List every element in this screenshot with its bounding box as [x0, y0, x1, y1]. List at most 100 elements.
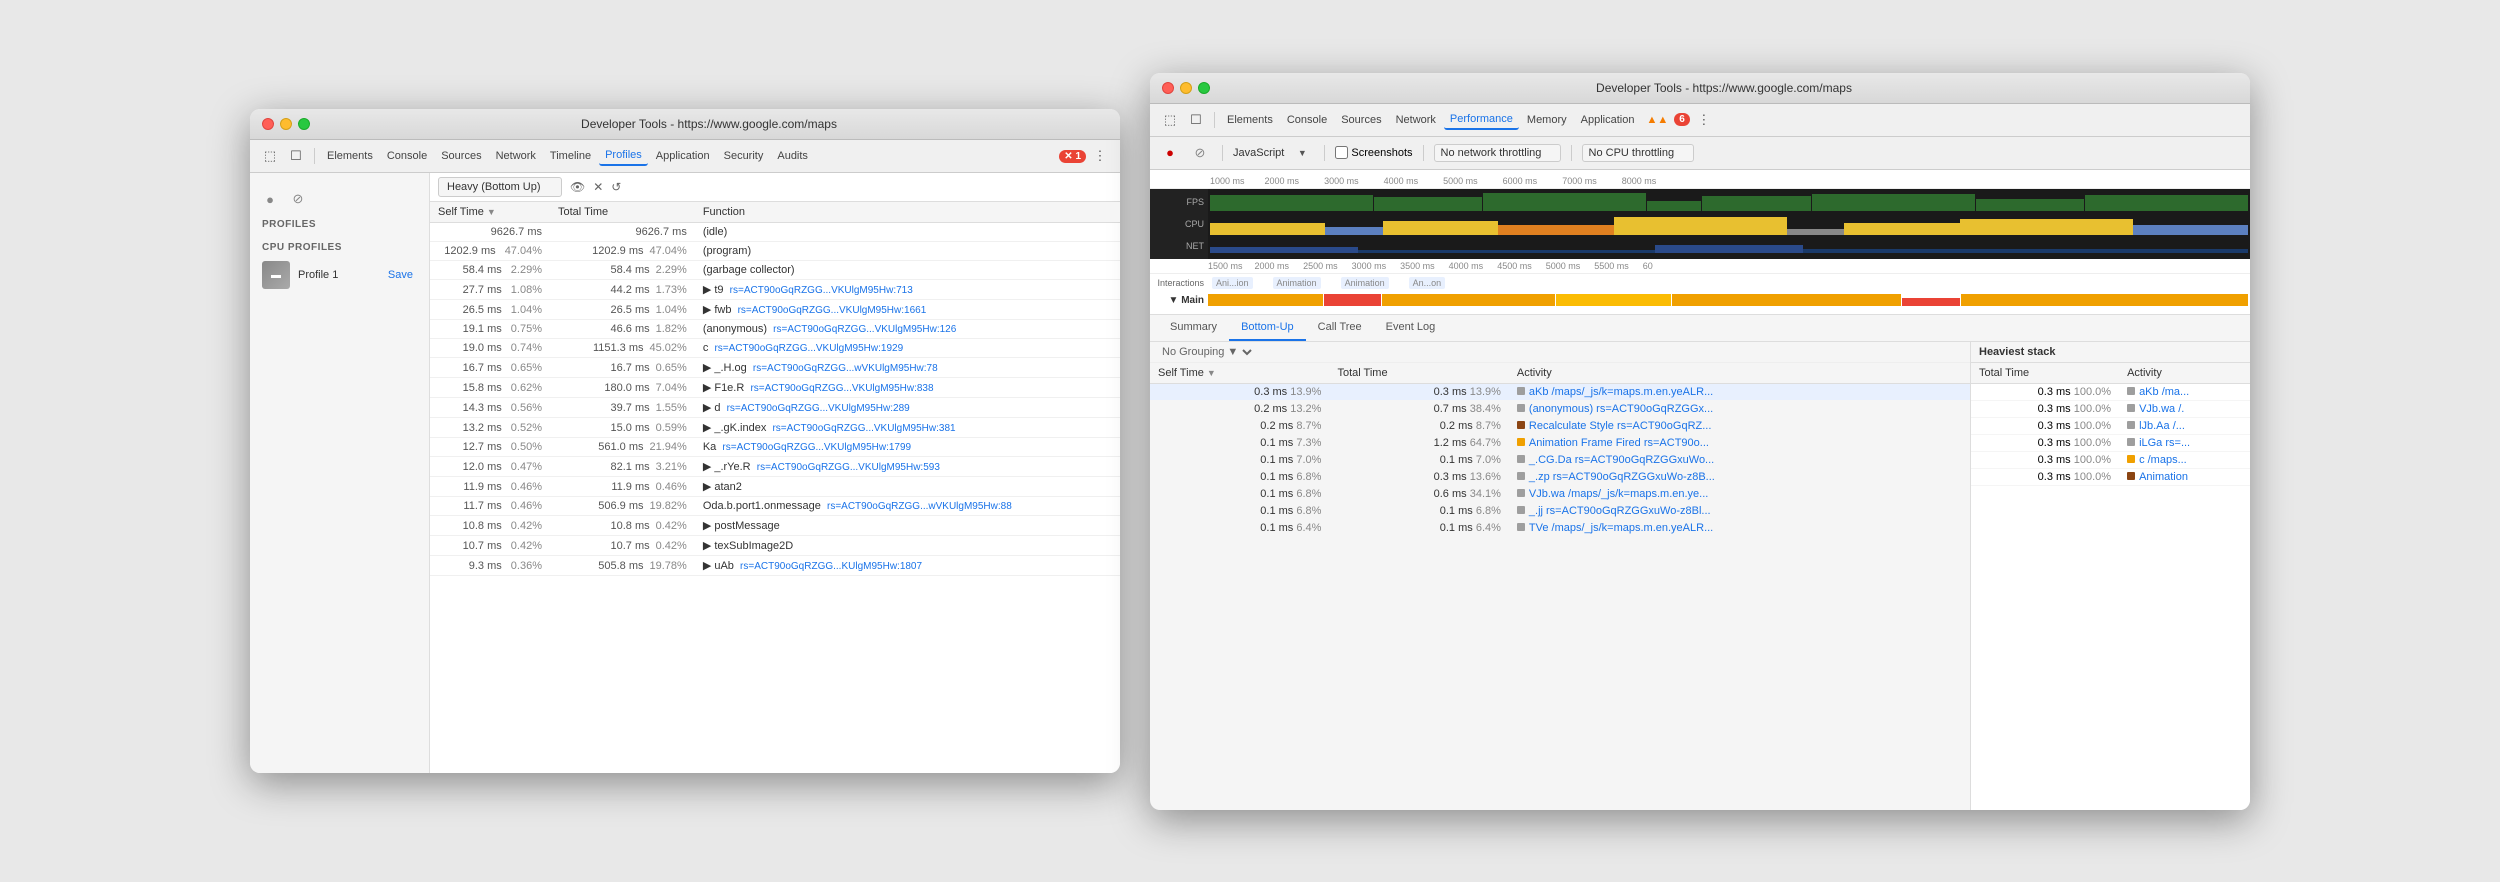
detail-row[interactable]: 0.1 ms 7.3%1.2 ms 64.7%Animation Frame F…	[1150, 434, 1970, 451]
table-row[interactable]: 10.7 ms 0.42%10.7 ms0.42%▶ texSubImage2D	[430, 536, 1120, 556]
flame-block-7[interactable]	[1961, 294, 2248, 306]
flame-block-4[interactable]	[1556, 294, 1671, 306]
tab-console[interactable]: Console	[381, 147, 433, 165]
detail-col-self[interactable]: Self Time ▼	[1150, 363, 1329, 384]
more-options-icon[interactable]: ⋮	[1088, 144, 1112, 168]
heaviest-row[interactable]: 0.3 ms 100.0%c /maps...	[1971, 451, 2250, 468]
table-row[interactable]: 1202.9 ms 47.04%1202.9 ms47.04%(program)	[430, 242, 1120, 261]
tab-audits[interactable]: Audits	[771, 147, 814, 165]
detail-row[interactable]: 0.1 ms 6.8%0.6 ms 34.1%VJb.wa /maps/_js/…	[1150, 485, 1970, 502]
col-self-time[interactable]: Self Time ▼	[430, 202, 550, 223]
right-tab-network[interactable]: Network	[1390, 111, 1442, 129]
right-inspect-icon[interactable]: ⬚	[1158, 108, 1182, 132]
cpu-throttle-select[interactable]: No CPU throttling	[1582, 144, 1694, 162]
device-icon[interactable]: ☐	[284, 144, 308, 168]
detail-cell-total: 1.2 ms 64.7%	[1329, 434, 1508, 451]
heaviest-row[interactable]: 0.3 ms 100.0%aKb /ma...	[1971, 383, 2250, 400]
flame-block-3[interactable]	[1382, 294, 1554, 306]
view-mode-select[interactable]: Heavy (Bottom Up)	[438, 177, 562, 197]
grouping-select[interactable]: No Grouping ▼	[1158, 345, 1255, 359]
right-more-options-icon[interactable]: ⋮	[1692, 108, 1716, 132]
heaviest-row[interactable]: 0.3 ms 100.0%VJb.wa /.	[1971, 400, 2250, 417]
detail-row[interactable]: 0.1 ms 6.4%0.1 ms 6.4%TVe /maps/_js/k=ma…	[1150, 519, 1970, 536]
right-tab-elements[interactable]: Elements	[1221, 111, 1279, 129]
tab-bottom-up[interactable]: Bottom-Up	[1229, 315, 1306, 341]
table-row[interactable]: 14.3 ms 0.56%39.7 ms1.55%▶ d rs=ACT90oGq…	[430, 398, 1120, 418]
inspect-icon[interactable]: ⬚	[258, 144, 282, 168]
heaviest-row[interactable]: 0.3 ms 100.0%iLGa rs=...	[1971, 434, 2250, 451]
right-tab-console[interactable]: Console	[1281, 111, 1333, 129]
right-maximize-button[interactable]	[1198, 82, 1210, 94]
detail-row[interactable]: 0.1 ms 6.8%0.1 ms 6.8%_.jj rs=ACT90oGqRZ…	[1150, 502, 1970, 519]
network-throttle-select[interactable]: No network throttling	[1434, 144, 1561, 162]
right-tab-sources[interactable]: Sources	[1335, 111, 1387, 129]
right-close-button[interactable]	[1162, 82, 1174, 94]
detail-cell-self: 0.1 ms 7.3%	[1150, 434, 1329, 451]
tab-application[interactable]: Application	[650, 147, 716, 165]
table-row[interactable]: 9.3 ms 0.36%505.8 ms19.78%▶ uAb rs=ACT90…	[430, 556, 1120, 576]
table-row[interactable]: 58.4 ms 2.29%58.4 ms2.29%(garbage collec…	[430, 261, 1120, 280]
detail-cell-activity: TVe /maps/_js/k=maps.m.en.yeALR...	[1509, 519, 1970, 536]
table-row[interactable]: 19.0 ms 0.74%1151.3 ms45.02%c rs=ACT90oG…	[430, 339, 1120, 358]
right-tab-memory[interactable]: Memory	[1521, 111, 1573, 129]
tab-network[interactable]: Network	[490, 147, 542, 165]
flame-block-6[interactable]	[1902, 298, 1959, 306]
tab-profiles[interactable]: Profiles	[599, 146, 648, 166]
tab-event-log[interactable]: Event Log	[1374, 315, 1448, 341]
heaviest-row[interactable]: 0.3 ms 100.0%lJb.Aa /...	[1971, 417, 2250, 434]
table-row[interactable]: 10.8 ms 0.42%10.8 ms0.42%▶ postMessage	[430, 516, 1120, 536]
profile-1-item[interactable]: ▬ Profile 1 Save	[250, 255, 429, 295]
col-function[interactable]: Function	[695, 202, 1120, 223]
save-button[interactable]: Save	[384, 267, 417, 283]
flame-block-2[interactable]	[1324, 294, 1381, 306]
table-row[interactable]: 19.1 ms 0.75%46.6 ms1.82%(anonymous) rs=…	[430, 320, 1120, 339]
tab-call-tree[interactable]: Call Tree	[1306, 315, 1374, 341]
eye-icon[interactable]: 👁	[570, 180, 585, 194]
detail-row[interactable]: 0.1 ms 6.8%0.3 ms 13.6%_.zp rs=ACT90oGqR…	[1150, 468, 1970, 485]
record-perf-btn[interactable]: ●	[1158, 141, 1182, 165]
right-minimize-button[interactable]	[1180, 82, 1192, 94]
flame-block-5[interactable]	[1672, 294, 1902, 306]
flame-block-1[interactable]	[1208, 294, 1323, 306]
right-tab-application[interactable]: Application	[1575, 111, 1641, 129]
table-row[interactable]: 16.7 ms 0.65%16.7 ms0.65%▶ _.H.og rs=ACT…	[430, 358, 1120, 378]
table-row[interactable]: 12.7 ms 0.50%561.0 ms21.94%Ka rs=ACT90oG…	[430, 438, 1120, 457]
table-row[interactable]: 9626.7 ms9626.7 ms(idle)	[430, 223, 1120, 242]
clear-btn[interactable]: ⊘	[286, 187, 310, 211]
screenshots-checkbox[interactable]	[1335, 146, 1348, 159]
right-device-icon[interactable]: ☐	[1184, 108, 1208, 132]
table-row[interactable]: 15.8 ms 0.62%180.0 ms7.04%▶ F1e.R rs=ACT…	[430, 378, 1120, 398]
tab-security[interactable]: Security	[718, 147, 770, 165]
maximize-button[interactable]	[298, 118, 310, 130]
tab-elements[interactable]: Elements	[321, 147, 379, 165]
table-row[interactable]: 11.9 ms 0.46%11.9 ms0.46%▶ atan2	[430, 477, 1120, 497]
clear-icon[interactable]: ✕	[593, 180, 603, 194]
refresh-icon[interactable]: ↺	[611, 180, 621, 194]
heavy-col-total[interactable]: Total Time	[1971, 363, 2119, 384]
table-row[interactable]: 26.5 ms 1.04%26.5 ms1.04%▶ fwb rs=ACT90o…	[430, 300, 1120, 320]
col-total-time[interactable]: Total Time	[550, 202, 695, 223]
table-row[interactable]: 13.2 ms 0.52%15.0 ms0.59%▶ _.gK.index rs…	[430, 418, 1120, 438]
tab-sources[interactable]: Sources	[435, 147, 487, 165]
right-tab-performance[interactable]: Performance	[1444, 110, 1519, 130]
detail-row[interactable]: 0.1 ms 7.0%0.1 ms 7.0%_.CG.Da rs=ACT90oG…	[1150, 451, 1970, 468]
record-btn[interactable]: ●	[258, 187, 282, 211]
heaviest-row[interactable]: 0.3 ms 100.0%Animation	[1971, 468, 2250, 485]
tab-timeline[interactable]: Timeline	[544, 147, 597, 165]
heavy-cell-activity: lJb.Aa /...	[2119, 417, 2250, 434]
table-row[interactable]: 11.7 ms 0.46%506.9 ms19.82%Oda.b.port1.o…	[430, 497, 1120, 516]
detail-row[interactable]: 0.2 ms 8.7%0.2 ms 8.7%Recalculate Style …	[1150, 417, 1970, 434]
detail-col-total[interactable]: Total Time	[1329, 363, 1508, 384]
table-row[interactable]: 12.0 ms 0.47%82.1 ms3.21%▶ _.rYe.R rs=AC…	[430, 457, 1120, 477]
stop-perf-btn[interactable]: ⊘	[1188, 141, 1212, 165]
table-row[interactable]: 27.7 ms 1.08%44.2 ms1.73%▶ t9 rs=ACT90oG…	[430, 280, 1120, 300]
detail-col-activity[interactable]: Activity	[1509, 363, 1970, 384]
close-button[interactable]	[262, 118, 274, 130]
detail-row[interactable]: 0.3 ms 13.9%0.3 ms 13.9%aKb /maps/_js/k=…	[1150, 383, 1970, 400]
detail-row[interactable]: 0.2 ms 13.2%0.7 ms 38.4%(anonymous) rs=A…	[1150, 400, 1970, 417]
screenshots-label[interactable]: Screenshots	[1335, 146, 1412, 159]
heavy-col-activity[interactable]: Activity	[2119, 363, 2250, 384]
tab-summary[interactable]: Summary	[1158, 315, 1229, 341]
js-dropdown-icon[interactable]: ▼	[1290, 141, 1314, 165]
minimize-button[interactable]	[280, 118, 292, 130]
